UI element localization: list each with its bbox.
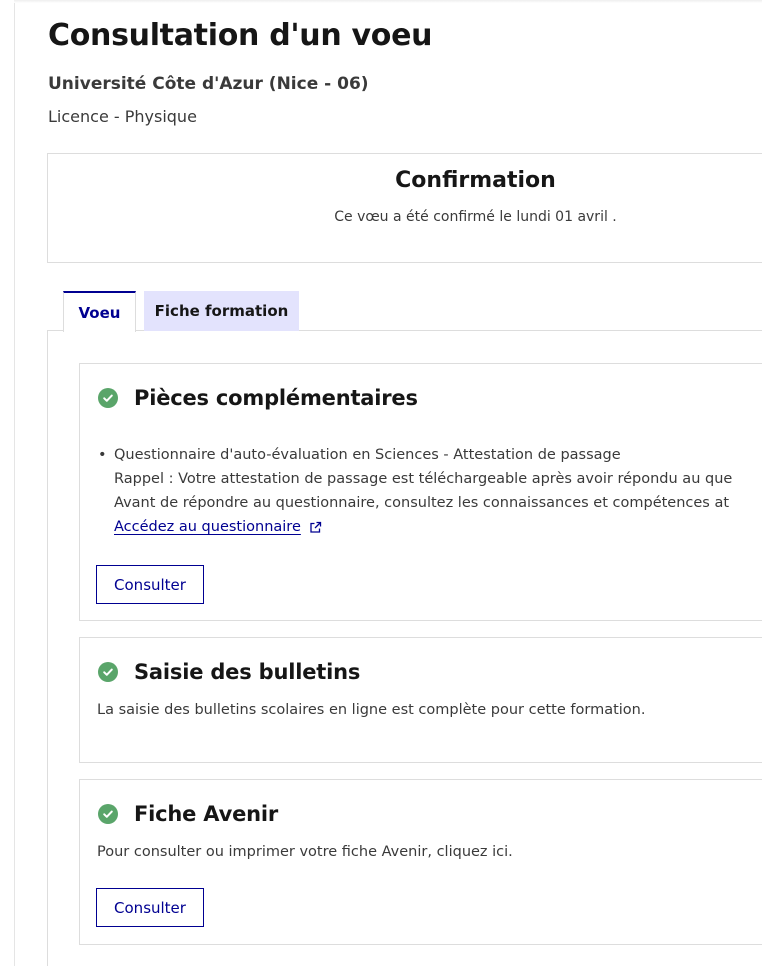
page-title: Consultation d'un voeu bbox=[48, 18, 433, 53]
pieces-complementaires-card: Pièces complémentaires • Questionnaire d… bbox=[79, 363, 762, 621]
confirmation-text: Ce vœu a été confirmé le lundi 01 avril … bbox=[334, 209, 617, 225]
card-header: Saisie des bulletins bbox=[98, 660, 360, 684]
university-name: Université Côte d'Azur (Nice - 06) bbox=[48, 74, 369, 94]
consulter-pieces-button[interactable]: Consulter bbox=[96, 565, 204, 604]
top-divider bbox=[14, 0, 762, 3]
item-advice: Avant de répondre au questionnaire, cons… bbox=[114, 495, 730, 511]
card-title: Saisie des bulletins bbox=[134, 660, 361, 684]
check-circle-icon bbox=[98, 388, 118, 408]
card-header: Fiche Avenir bbox=[98, 802, 278, 826]
questionnaire-link-label: Accédez au questionnaire bbox=[114, 519, 301, 535]
avenir-text: Pour consulter ou imprimer votre fiche A… bbox=[97, 844, 513, 860]
confirmation-box: Confirmation Ce vœu a été confirmé le lu… bbox=[47, 153, 762, 263]
pieces-list: • Questionnaire d'auto-évaluation en Sci… bbox=[98, 443, 732, 539]
fiche-avenir-card: Fiche Avenir Pour consulter ou imprimer … bbox=[79, 779, 762, 945]
card-title: Pièces complémentaires bbox=[134, 386, 418, 410]
card-header: Pièces complémentaires bbox=[98, 386, 418, 410]
card-title: Fiche Avenir bbox=[134, 802, 279, 826]
list-item: • Questionnaire d'auto-évaluation en Sci… bbox=[98, 443, 732, 539]
saisie-bulletins-card: Saisie des bulletins La saisie des bulle… bbox=[79, 637, 762, 763]
check-circle-icon bbox=[98, 662, 118, 682]
left-divider bbox=[14, 0, 15, 966]
external-link-icon bbox=[310, 521, 322, 533]
questionnaire-link[interactable]: Accédez au questionnaire bbox=[114, 515, 732, 539]
check-circle-icon bbox=[98, 804, 118, 824]
page: Consultation d'un voeu Université Côte d… bbox=[0, 0, 762, 966]
bullet-icon: • bbox=[98, 447, 107, 463]
confirmation-title: Confirmation bbox=[395, 168, 556, 193]
program-name: Licence - Physique bbox=[48, 107, 197, 126]
tab-voeu[interactable]: Voeu bbox=[63, 291, 136, 332]
item-title: Questionnaire d'auto-évaluation en Scien… bbox=[114, 447, 621, 463]
bulletins-text: La saisie des bulletins scolaires en lig… bbox=[97, 702, 646, 718]
consulter-avenir-button[interactable]: Consulter bbox=[96, 888, 204, 927]
item-reminder: Rappel : Votre attestation de passage es… bbox=[114, 471, 733, 487]
tab-fiche-formation[interactable]: Fiche formation bbox=[144, 291, 299, 331]
